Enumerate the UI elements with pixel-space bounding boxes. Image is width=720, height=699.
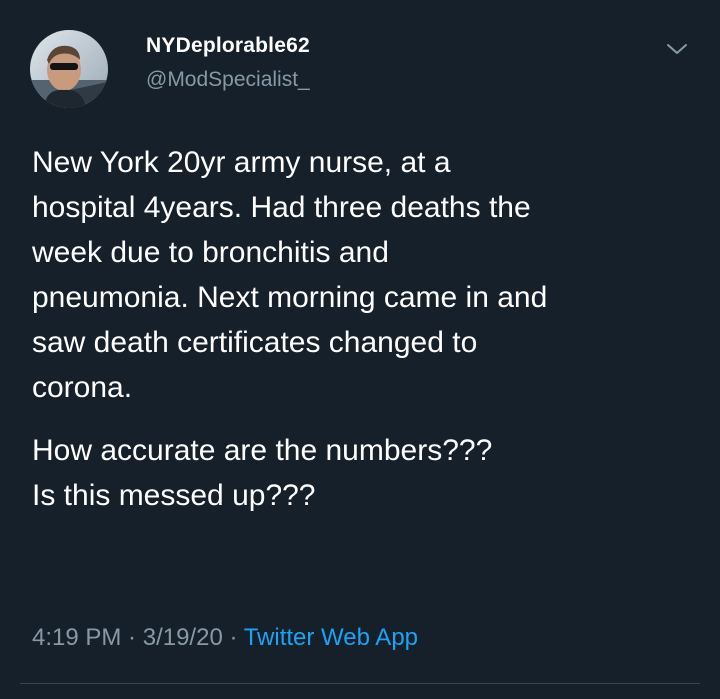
avatar[interactable] bbox=[30, 30, 108, 108]
user-handle[interactable]: @ModSpecialist_ bbox=[146, 68, 310, 92]
tweet-source-link[interactable]: Twitter Web App bbox=[244, 624, 418, 651]
divider bbox=[20, 683, 700, 684]
tweet-paragraph-1: New York 20yr army nurse, at a hospital … bbox=[32, 140, 702, 410]
tweet-line: How accurate are the numbers??? bbox=[32, 434, 493, 467]
tweet-line: Is this messed up??? bbox=[32, 479, 316, 512]
tweet-line: corona. bbox=[32, 371, 133, 404]
user-display-name[interactable]: NYDeplorable62 bbox=[146, 34, 310, 58]
chevron-down-icon[interactable] bbox=[664, 38, 690, 60]
tweet-line: pneumonia. Next morning came in and bbox=[32, 281, 548, 314]
tweet-card: NYDeplorable62 @ModSpecialist_ New York … bbox=[0, 0, 720, 699]
meta-separator: · bbox=[121, 624, 143, 651]
tweet-line: New York 20yr army nurse, at a bbox=[32, 146, 451, 179]
tweet-meta: 4:19 PM · 3/19/20 · Twitter Web App bbox=[32, 624, 418, 652]
tweet-line: hospital 4years. Had three deaths the bbox=[32, 191, 531, 224]
tweet-time[interactable]: 4:19 PM bbox=[32, 624, 121, 651]
tweet-text: New York 20yr army nurse, at a hospital … bbox=[32, 140, 702, 518]
avatar-image bbox=[30, 30, 108, 108]
tweet-line: week due to bronchitis and bbox=[32, 236, 389, 269]
tweet-line: saw death certificates changed to bbox=[32, 326, 478, 359]
meta-separator: · bbox=[222, 624, 244, 651]
tweet-paragraph-2: How accurate are the numbers??? Is this … bbox=[32, 428, 702, 518]
tweet-date[interactable]: 3/19/20 bbox=[143, 624, 223, 651]
